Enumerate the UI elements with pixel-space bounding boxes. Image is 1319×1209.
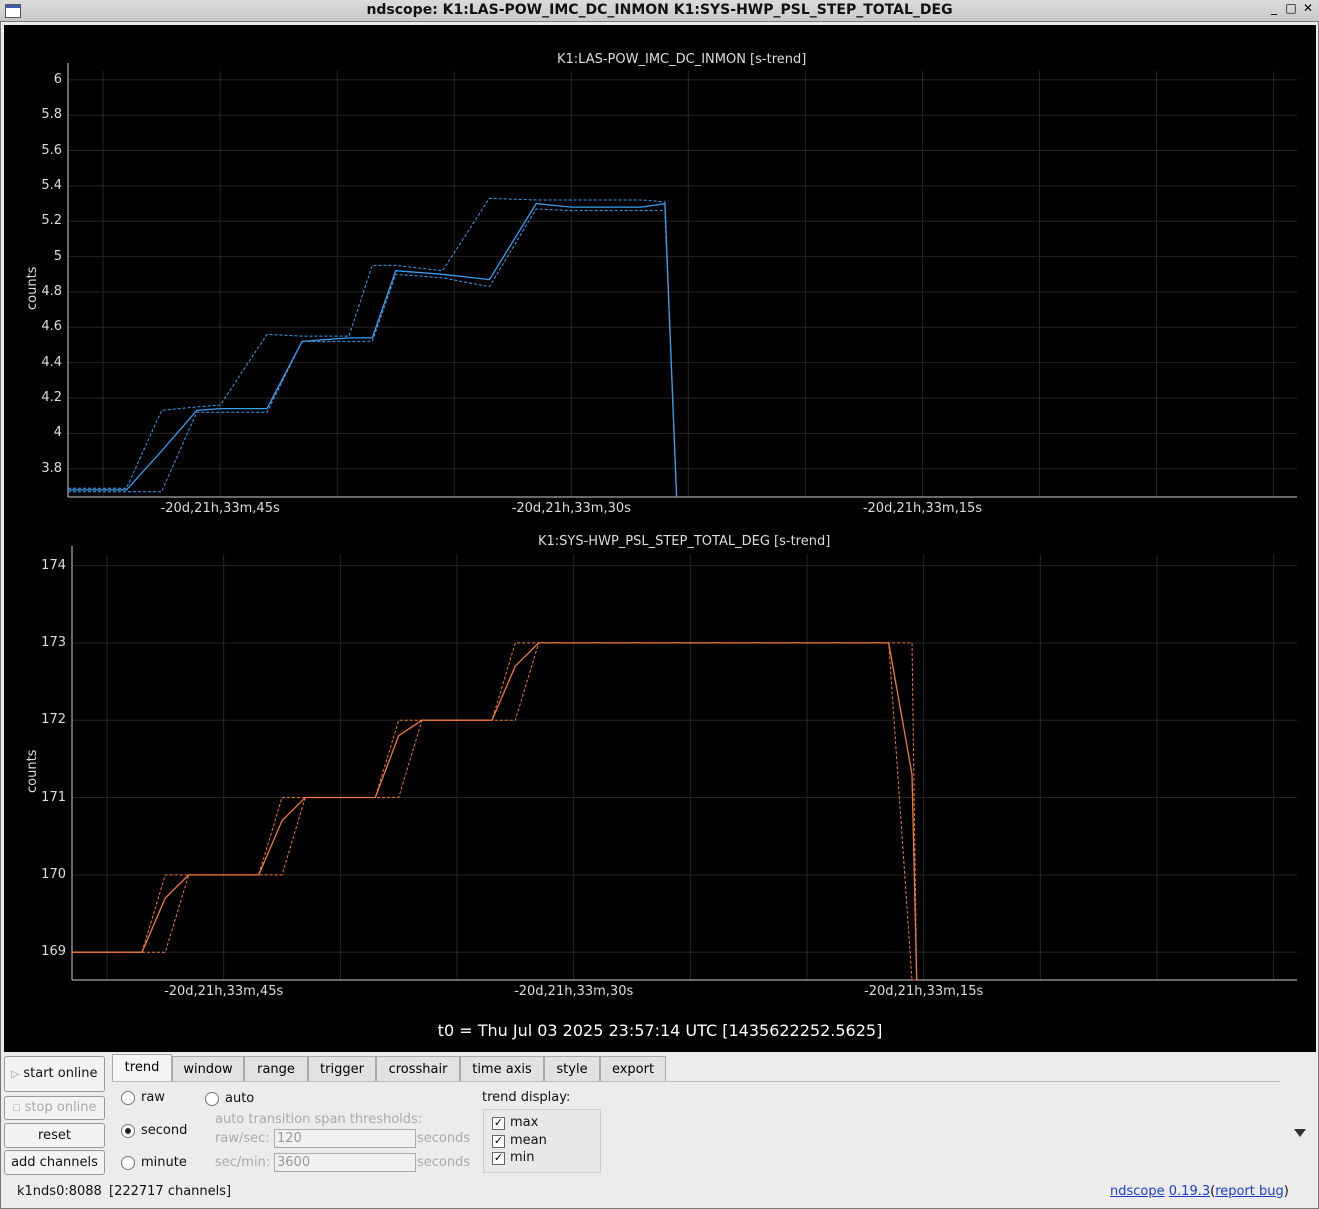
thresholds-label: auto transition span thresholds:	[215, 1112, 423, 1127]
report-bug-link[interactable]: report bug	[1215, 1184, 1284, 1199]
max-label: max	[510, 1115, 539, 1130]
p2-series-mean	[72, 642, 918, 981]
p1-ytick-label: 5.2	[41, 213, 62, 229]
p2-xtick-label: -20d,21h,33m,30s	[514, 984, 634, 999]
trend-display-label: trend display:	[482, 1090, 571, 1105]
raw-radio[interactable]	[121, 1091, 135, 1105]
p2-xtick-label: -20d,21h,33m,45s	[164, 984, 284, 999]
auto-label: auto	[225, 1091, 255, 1106]
play-icon: ▷	[11, 1069, 20, 1080]
server-label: k1nds0:8088	[17, 1184, 102, 1199]
raw-sec-input[interactable]: 120	[274, 1129, 416, 1148]
window-title: ndscope: K1:LAS-POW_IMC_DC_INMON K1:SYS-…	[366, 2, 953, 18]
tab-time-axis[interactable]: time axis	[460, 1056, 544, 1081]
version-link[interactable]: 0.19.3	[1169, 1184, 1210, 1199]
minimize-button[interactable]: _	[1266, 1, 1282, 15]
tab-crosshair[interactable]: crosshair	[376, 1056, 460, 1081]
sec-min-label: sec/min:	[215, 1155, 271, 1170]
min-checkbox[interactable]: ✓	[492, 1152, 505, 1165]
p1-ytick-label: 4.2	[41, 390, 62, 405]
p1-ytick-label: 5.6	[41, 142, 62, 158]
stop-online-button[interactable]: ☐ stop online	[4, 1096, 105, 1120]
min-label: min	[510, 1150, 535, 1165]
minute-label: minute	[141, 1155, 187, 1170]
tab-trigger[interactable]: trigger	[308, 1056, 376, 1081]
p2-ytick-label: 172	[41, 712, 66, 728]
plot1-title: K1:LAS-POW_IMC_DC_INMON [s-trend]	[557, 52, 807, 67]
p2-series-max	[72, 642, 918, 981]
p1-xtick-label: -20d,21h,33m,30s	[511, 501, 631, 516]
p1-series-mean	[68, 202, 678, 498]
maximize-button[interactable]: □	[1283, 1, 1299, 15]
second-radio[interactable]	[121, 1124, 135, 1138]
p2-ytick-label: 174	[41, 557, 66, 573]
reset-button[interactable]: reset	[4, 1123, 105, 1148]
p1-ytick-label: 4	[53, 425, 62, 441]
about-links: ndscope 0.19.3(report bug)	[1110, 1184, 1289, 1199]
p2-ytick-label: 169	[41, 944, 66, 960]
start-online-label: start online	[23, 1066, 98, 1081]
p1-ytick-label: 6	[53, 71, 62, 87]
p1-series-max	[68, 197, 678, 498]
second-label: second	[141, 1123, 188, 1138]
plot2-ylabel: counts	[25, 749, 40, 793]
raw-sec-label: raw/sec:	[215, 1131, 270, 1146]
p2-ytick-label: 173	[41, 634, 66, 650]
auto-radio[interactable]	[205, 1092, 219, 1106]
start-online-button[interactable]: ▷ start online	[4, 1056, 105, 1092]
tab-trend[interactable]: trend	[112, 1054, 172, 1081]
stop-online-label: stop online	[24, 1100, 97, 1115]
tab-window[interactable]: window	[172, 1056, 244, 1081]
tab-range[interactable]: range	[244, 1056, 308, 1081]
scope-area[interactable]: K1:LAS-POW_IMC_DC_INMON [s-trend] counts…	[4, 25, 1316, 1052]
plot2-title: K1:SYS-HWP_PSL_STEP_TOTAL_DEG [s-trend]	[538, 534, 831, 549]
raw-label: raw	[141, 1090, 165, 1105]
p1-xtick-label: -20d,21h,33m,45s	[160, 501, 280, 516]
minute-radio[interactable]	[121, 1156, 135, 1170]
max-checkbox[interactable]: ✓	[492, 1117, 505, 1130]
p2-ytick-label: 170	[41, 866, 66, 882]
add-channels-button[interactable]: add channels	[4, 1150, 105, 1175]
p1-ytick-label: 4.4	[41, 354, 62, 370]
p1-ytick-label: 5.8	[41, 107, 62, 123]
tab-divider	[112, 1081, 1280, 1082]
sec-min-unit: seconds	[417, 1155, 471, 1170]
mean-checkbox[interactable]: ✓	[492, 1135, 505, 1148]
p1-ytick-label: 3.8	[41, 460, 62, 476]
t0-label: t0 = Thu Jul 03 2025 23:57:14 UTC [14356…	[437, 1021, 883, 1040]
p1-xtick-label: -20d,21h,33m,15s	[862, 501, 983, 516]
p1-ytick-label: 5.4	[41, 177, 62, 193]
title-bar: ndscope: K1:LAS-POW_IMC_DC_INMON K1:SYS-…	[0, 0, 1319, 22]
report-close-paren: )	[1283, 1184, 1289, 1199]
p1-ytick-label: 5	[53, 248, 62, 264]
p2-ytick-label: 171	[41, 789, 66, 805]
p2-series-min	[72, 642, 917, 981]
sec-min-input[interactable]: 3600	[274, 1153, 416, 1172]
mean-label: mean	[510, 1133, 547, 1148]
close-button[interactable]: ✕	[1300, 1, 1316, 15]
collapse-arrow-icon[interactable]	[1294, 1129, 1306, 1137]
ndscope-link[interactable]: ndscope	[1110, 1184, 1165, 1199]
tab-export[interactable]: export	[600, 1056, 666, 1081]
channel-count: [222717 channels]	[109, 1184, 232, 1199]
stop-icon: ☐	[12, 1104, 21, 1114]
raw-sec-unit: seconds	[417, 1131, 471, 1146]
p1-ytick-label: 4.8	[41, 283, 62, 299]
p1-ytick-label: 4.6	[41, 319, 62, 335]
p2-xtick-label: -20d,21h,33m,15s	[864, 984, 984, 999]
tab-style[interactable]: style	[544, 1056, 600, 1081]
